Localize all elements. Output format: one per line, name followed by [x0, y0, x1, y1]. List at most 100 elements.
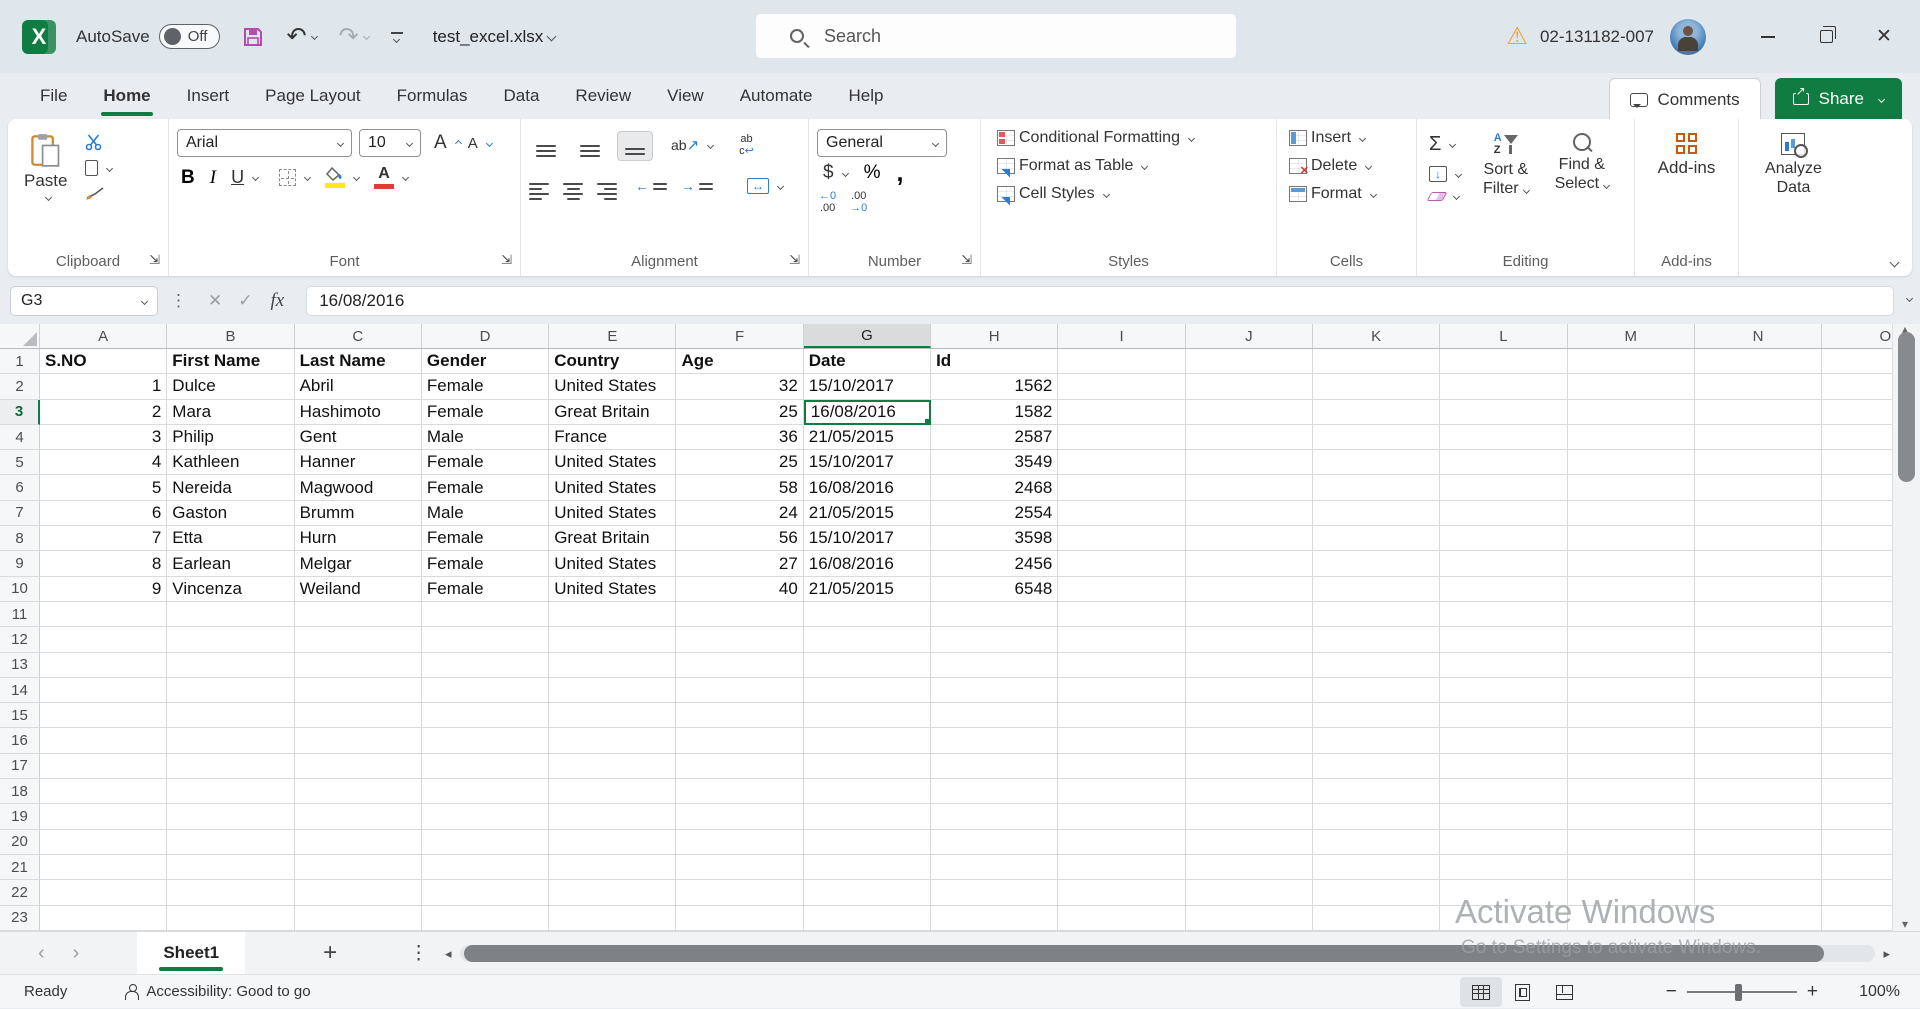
cell[interactable] — [1186, 728, 1313, 753]
cell[interactable] — [1058, 526, 1185, 551]
scroll-right-icon[interactable]: ▸ — [1883, 946, 1890, 962]
cell[interactable] — [1058, 400, 1185, 425]
cell[interactable]: Female — [422, 551, 549, 576]
vertical-scroll-thumb[interactable] — [1898, 332, 1915, 482]
cell[interactable] — [804, 855, 931, 880]
cell[interactable]: United States — [549, 374, 676, 399]
cell[interactable] — [1695, 779, 1822, 804]
row-header-18[interactable]: 18 — [0, 779, 40, 804]
cell[interactable] — [1440, 906, 1567, 931]
sort-filter-button[interactable]: AZ Sort &Filter — [1475, 129, 1537, 246]
cell[interactable]: Gender — [422, 349, 549, 374]
cell[interactable] — [1186, 425, 1313, 450]
cancel-button[interactable]: ✕ — [208, 291, 222, 311]
cell[interactable] — [1058, 577, 1185, 602]
cell[interactable]: Age — [676, 349, 803, 374]
row-header-4[interactable]: 4 — [0, 425, 40, 450]
column-header-O[interactable]: O — [1822, 324, 1892, 348]
cell[interactable] — [1186, 779, 1313, 804]
customize-quick-access-button[interactable] — [391, 32, 403, 42]
delete-cells-button[interactable]: Delete — [1289, 157, 1408, 175]
cell[interactable] — [1822, 855, 1892, 880]
cell[interactable] — [549, 804, 676, 829]
page-break-view-button[interactable] — [1544, 977, 1586, 1007]
cell[interactable] — [931, 728, 1058, 753]
cell[interactable] — [676, 855, 803, 880]
cell[interactable]: 27 — [676, 551, 803, 576]
cell[interactable] — [40, 804, 167, 829]
cell[interactable] — [1695, 349, 1822, 374]
row-header-21[interactable]: 21 — [0, 855, 40, 880]
cell[interactable] — [1186, 653, 1313, 678]
cell[interactable] — [40, 653, 167, 678]
cell[interactable] — [1313, 627, 1440, 652]
cell[interactable] — [1058, 551, 1185, 576]
font-color-button[interactable]: A — [374, 166, 408, 189]
dialog-launcher-icon[interactable]: ⇲ — [961, 252, 972, 268]
cell[interactable]: 15/10/2017 — [804, 374, 931, 399]
row-header-10[interactable]: 10 — [0, 577, 40, 602]
cell[interactable]: Abril — [295, 374, 422, 399]
align-left-button[interactable] — [529, 172, 549, 200]
cell[interactable] — [1695, 703, 1822, 728]
cell[interactable] — [1440, 830, 1567, 855]
cell[interactable] — [40, 779, 167, 804]
row-header-2[interactable]: 2 — [0, 374, 40, 399]
cell[interactable] — [295, 627, 422, 652]
zoom-slider-thumb[interactable] — [1735, 984, 1742, 1001]
sheet-tab-sheet1[interactable]: Sheet1 — [137, 932, 245, 975]
cell[interactable] — [1440, 880, 1567, 905]
cell[interactable]: 7 — [40, 526, 167, 551]
cell[interactable] — [1822, 627, 1892, 652]
avatar[interactable] — [1670, 19, 1706, 55]
cell[interactable] — [1568, 678, 1695, 703]
cell[interactable] — [931, 678, 1058, 703]
cell[interactable] — [1568, 754, 1695, 779]
cell[interactable] — [40, 906, 167, 931]
cell[interactable]: S.NO — [40, 349, 167, 374]
cell[interactable]: 8 — [40, 551, 167, 576]
cell[interactable] — [40, 678, 167, 703]
collapse-ribbon-button[interactable] — [1890, 258, 1900, 268]
cell[interactable] — [1695, 653, 1822, 678]
chevron-down-icon[interactable] — [141, 297, 148, 304]
cell[interactable] — [1568, 475, 1695, 500]
cell[interactable] — [676, 678, 803, 703]
cell[interactable] — [1695, 830, 1822, 855]
cell[interactable] — [1313, 754, 1440, 779]
tab-view[interactable]: View — [649, 78, 722, 114]
column-header-N[interactable]: N — [1695, 324, 1822, 348]
cell[interactable] — [1186, 577, 1313, 602]
cell[interactable] — [676, 804, 803, 829]
cell[interactable] — [1186, 602, 1313, 627]
cell[interactable] — [549, 703, 676, 728]
fill-color-button[interactable] — [325, 167, 359, 188]
cell[interactable] — [167, 728, 294, 753]
cell[interactable] — [1440, 450, 1567, 475]
cell[interactable] — [676, 754, 803, 779]
cell[interactable]: Hurn — [295, 526, 422, 551]
cell[interactable] — [1058, 653, 1185, 678]
cell[interactable] — [1313, 830, 1440, 855]
cell[interactable] — [1313, 855, 1440, 880]
cell[interactable] — [1822, 880, 1892, 905]
tab-help[interactable]: Help — [830, 78, 901, 114]
chevron-down-icon[interactable] — [402, 174, 409, 181]
cell[interactable]: United States — [549, 577, 676, 602]
cell[interactable]: Kathleen — [167, 450, 294, 475]
cell[interactable]: Date — [804, 349, 931, 374]
scroll-left-icon[interactable]: ◂ — [445, 946, 452, 962]
cell[interactable] — [167, 804, 294, 829]
cell[interactable] — [931, 602, 1058, 627]
cell[interactable] — [167, 754, 294, 779]
cell[interactable]: Great Britain — [549, 400, 676, 425]
dialog-launcher-icon[interactable]: ⇲ — [149, 252, 160, 268]
cell[interactable] — [1440, 349, 1567, 374]
chevron-down-icon[interactable] — [252, 174, 259, 181]
cell[interactable] — [422, 703, 549, 728]
cell[interactable] — [1568, 501, 1695, 526]
cell[interactable]: Female — [422, 475, 549, 500]
cell[interactable] — [804, 804, 931, 829]
column-header-J[interactable]: J — [1186, 324, 1313, 348]
cell[interactable] — [1822, 450, 1892, 475]
